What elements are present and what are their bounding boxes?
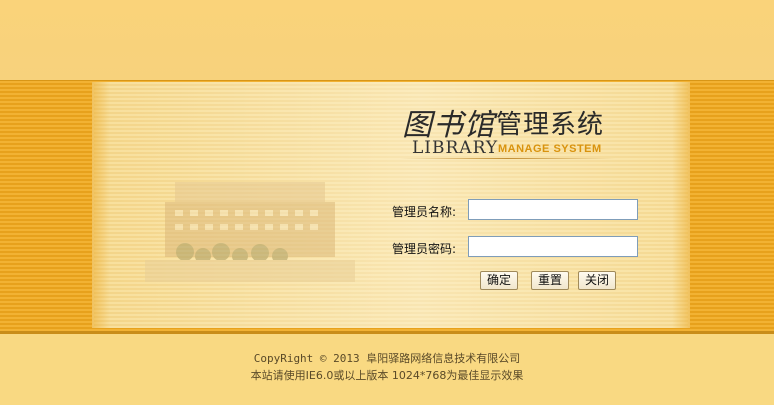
reset-button[interactable]: 重置 [531,271,570,290]
footer-notice: 本站请使用IE6.0或以上版本 1024*768为最佳显示效果 [250,369,524,382]
confirm-button[interactable]: 确定 [480,271,519,290]
password-label: 管理员密码: [392,242,457,256]
library-building-image [145,182,355,282]
logo-underline [400,158,615,159]
panel-edge-right [672,82,690,328]
panel-edge-left [92,82,110,328]
username-input[interactable] [468,199,638,220]
top-band [0,0,774,80]
logo-system-title: 管理系统 [496,110,605,140]
logo-en-sub: MANAGE SYSTEM [498,143,602,155]
username-label: 管理员名称: [392,205,457,219]
logo-en-main: LIBRARY [412,138,499,158]
password-input[interactable] [468,236,638,257]
close-button[interactable]: 关闭 [578,271,617,290]
footer-copyright: CopyRight © 2013 阜阳驿路网络信息技术有限公司 [253,352,521,365]
